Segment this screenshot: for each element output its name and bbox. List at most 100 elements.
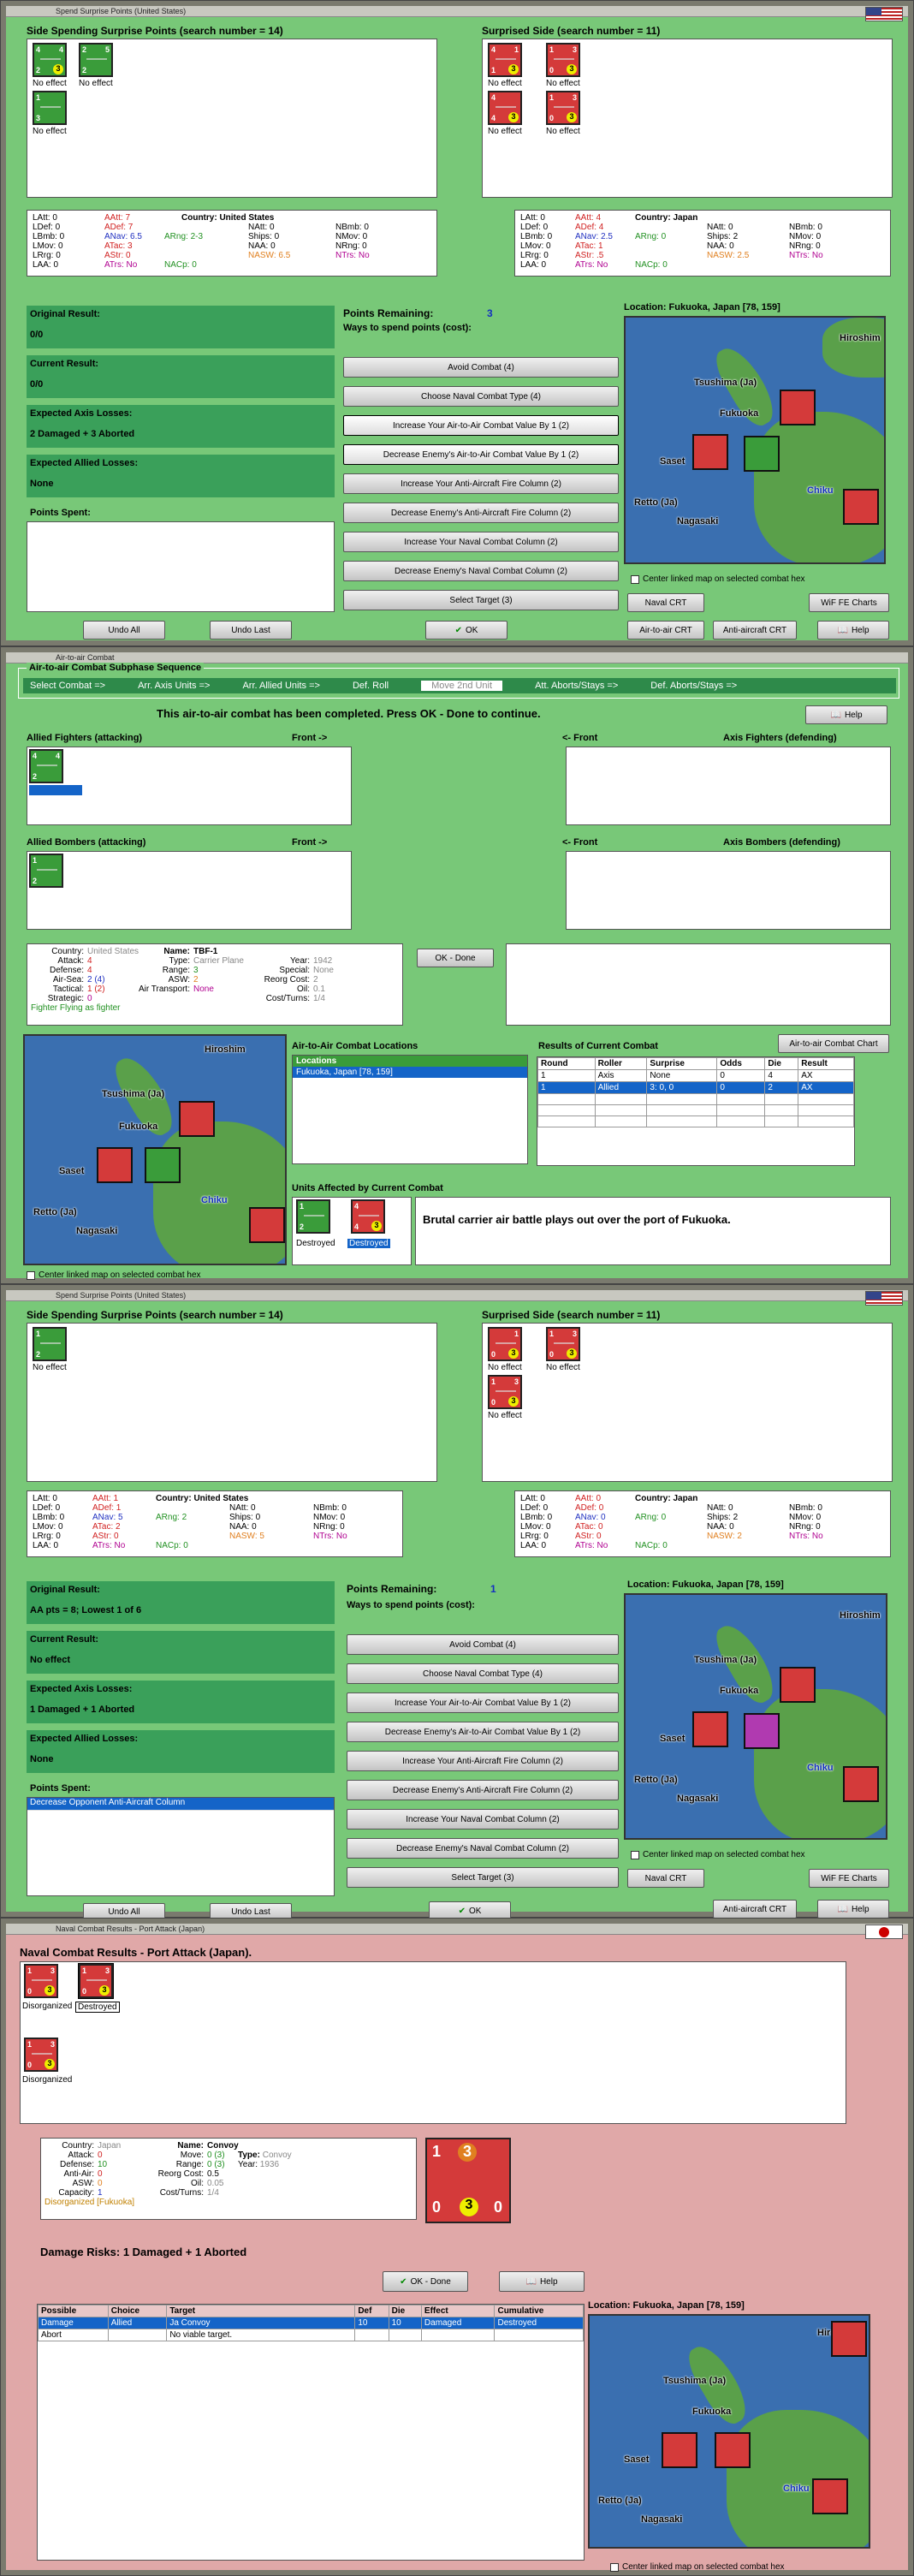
locations-list[interactable]: Locations Fukuoka, Japan [78, 159] xyxy=(292,1055,528,1164)
air-combat-chart-button[interactable]: Air-to-air Combat Chart xyxy=(778,1034,889,1053)
location-map[interactable]: Hiroshim Tsushima (Ja) Fukuoka Saset Ret… xyxy=(588,2314,870,2549)
option-increase-air[interactable]: Increase Your Air-to-Air Combat Value By… xyxy=(347,1693,619,1713)
tab-move-2nd-unit[interactable]: Move 2nd Unit xyxy=(421,681,503,691)
option-naval-combat-type[interactable]: Choose Naval Combat Type (4) xyxy=(343,386,619,407)
map-counter[interactable] xyxy=(179,1101,215,1137)
help-button[interactable]: 📖 Help xyxy=(817,1900,889,1919)
unit-counter[interactable]: 12 xyxy=(296,1199,330,1234)
map-counter[interactable] xyxy=(812,2478,848,2514)
option-decrease-aa[interactable]: Decrease Enemy's Anti-Aircraft Fire Colu… xyxy=(343,503,619,523)
help-button[interactable]: 📖 Help xyxy=(499,2271,585,2292)
option-select-target[interactable]: Select Target (3) xyxy=(347,1867,619,1888)
center-map-checkbox[interactable]: Center linked map on selected combat hex xyxy=(27,1270,201,1280)
ok-done-button[interactable]: OK - Done xyxy=(417,949,494,967)
wif-charts-button[interactable]: WiF FE Charts xyxy=(809,593,889,612)
aa-crt-button[interactable]: Anti-aircraft CRT xyxy=(713,1900,797,1919)
help-button[interactable]: 📖 Help xyxy=(817,621,889,640)
unit-counter[interactable]: 4423 xyxy=(33,43,67,77)
option-increase-naval[interactable]: Increase Your Naval Combat Column (2) xyxy=(347,1809,619,1829)
option-decrease-naval[interactable]: Decrease Enemy's Naval Combat Column (2) xyxy=(347,1838,619,1859)
tab-allied-units[interactable]: Arr. Allied Units => xyxy=(242,681,320,691)
naval-crt-button[interactable]: Naval CRT xyxy=(627,593,704,612)
map-counter[interactable] xyxy=(692,434,728,470)
checkbox-icon[interactable] xyxy=(27,1270,35,1280)
unit-counter[interactable]: 1303 xyxy=(78,1963,114,1999)
air-crt-button[interactable]: Air-to-air CRT xyxy=(627,621,704,640)
list-item[interactable]: Decrease Opponent Anti-Aircraft Column xyxy=(27,1798,334,1811)
option-naval-combat-type[interactable]: Choose Naval Combat Type (4) xyxy=(347,1663,619,1684)
map-counter[interactable] xyxy=(843,489,879,525)
unit-info-panel: Country: Attack: Defense: Air-Sea: Tactical:… xyxy=(27,943,403,1026)
wif-charts-button[interactable]: WiF FE Charts xyxy=(809,1869,889,1888)
combat-map[interactable]: Hiroshim Tsushima (Ja) Fukuoka Saset Ret… xyxy=(23,1034,287,1265)
option-avoid-combat[interactable]: Avoid Combat (4) xyxy=(343,357,619,378)
checkbox-icon[interactable] xyxy=(631,574,639,584)
location-row[interactable]: Fukuoka, Japan [78, 159] xyxy=(293,1067,527,1078)
map-counter[interactable] xyxy=(249,1207,285,1243)
center-map-checkbox[interactable]: Center linked map on selected combat hex xyxy=(631,1850,805,1859)
points-spent-list[interactable]: Decrease Opponent Anti-Aircraft Column xyxy=(27,1797,335,1896)
unit-counter[interactable]: 4113 xyxy=(488,43,522,77)
option-increase-air[interactable]: Increase Your Air-to-Air Combat Value By… xyxy=(343,415,619,436)
tab-def-aborts[interactable]: Def. Aborts/Stays => xyxy=(650,681,737,691)
points-spent-list[interactable] xyxy=(27,521,335,612)
unit-counter[interactable]: 442 xyxy=(29,749,63,783)
affected-heading: Units Affected by Current Combat xyxy=(292,1183,443,1193)
option-increase-aa[interactable]: Increase Your Anti-Aircraft Fire Column … xyxy=(343,473,619,494)
unit-counter[interactable]: 1303 xyxy=(546,43,580,77)
tab-att-aborts[interactable]: Att. Aborts/Stays => xyxy=(535,681,618,691)
option-select-target[interactable]: Select Target (3) xyxy=(343,590,619,610)
map-counter[interactable] xyxy=(662,2432,697,2468)
unit-counter[interactable]: 1303 xyxy=(546,91,580,125)
unit-counter[interactable]: 13 xyxy=(33,91,67,125)
option-decrease-naval[interactable]: Decrease Enemy's Naval Combat Column (2) xyxy=(343,561,619,581)
help-button[interactable]: 📖 Help xyxy=(805,705,887,724)
unit-caption: No effect xyxy=(79,79,113,88)
undo-last-button[interactable]: Undo Last xyxy=(210,621,292,640)
ok-button[interactable]: ✔ OK xyxy=(425,621,507,640)
map-counter[interactable] xyxy=(780,1667,816,1703)
large-unit-counter[interactable]: 1 3 0 3 0 xyxy=(425,2138,511,2223)
unit-counter[interactable]: 1303 xyxy=(546,1327,580,1361)
checkbox-icon[interactable] xyxy=(610,2562,619,2572)
option-decrease-air[interactable]: Decrease Enemy's Air-to-Air Combat Value… xyxy=(347,1722,619,1742)
map-counter[interactable] xyxy=(692,1711,728,1747)
location-map[interactable]: Hiroshim Tsushima (Ja) Fukuoka Saset Ret… xyxy=(624,1593,887,1840)
tab-axis-units[interactable]: Arr. Axis Units => xyxy=(138,681,210,691)
unit-counter[interactable]: 252 xyxy=(79,43,113,77)
center-map-checkbox[interactable]: Center linked map on selected combat hex xyxy=(631,574,805,584)
map-counter[interactable] xyxy=(744,1713,780,1749)
axis-fighters-box xyxy=(566,747,891,825)
aa-crt-button[interactable]: Anti-aircraft CRT xyxy=(713,621,797,640)
unit-counter[interactable]: 12 xyxy=(33,1327,67,1361)
table-row[interactable]: Damage Allied Ja Convoy 10 10 Damaged Destroye… xyxy=(38,2317,584,2329)
tab-select-combat[interactable]: Select Combat => xyxy=(30,681,105,691)
unit-counter[interactable]: 1303 xyxy=(488,1375,522,1409)
unit-counter[interactable]: 443 xyxy=(488,91,522,125)
option-increase-naval[interactable]: Increase Your Naval Combat Column (2) xyxy=(343,532,619,552)
unit-counter[interactable]: 12 xyxy=(29,854,63,888)
option-avoid-combat[interactable]: Avoid Combat (4) xyxy=(347,1634,619,1655)
map-counter[interactable] xyxy=(843,1766,879,1802)
table-row[interactable]: Abort No viable target. xyxy=(38,2329,584,2341)
unit-counter[interactable]: 443 xyxy=(351,1199,385,1234)
map-counter[interactable] xyxy=(97,1147,133,1183)
map-counter[interactable] xyxy=(780,390,816,425)
undo-all-button[interactable]: Undo All xyxy=(83,621,165,640)
unit-counter[interactable]: 1303 xyxy=(24,2038,58,2072)
option-increase-aa[interactable]: Increase Your Anti-Aircraft Fire Column … xyxy=(347,1751,619,1771)
option-decrease-aa[interactable]: Decrease Enemy's Anti-Aircraft Fire Colu… xyxy=(347,1780,619,1800)
map-counter[interactable] xyxy=(744,436,780,472)
unit-counter[interactable]: 1303 xyxy=(24,1964,58,1998)
ok-done-button[interactable]: ✔ OK - Done xyxy=(383,2271,468,2292)
unit-counter[interactable]: 103 xyxy=(488,1327,522,1361)
checkbox-icon[interactable] xyxy=(631,1850,639,1859)
map-counter[interactable] xyxy=(145,1147,181,1183)
map-counter[interactable] xyxy=(831,2321,867,2357)
location-map[interactable]: Hiroshim Tsushima (Ja) Fukuoka Saset Ret… xyxy=(624,316,886,564)
naval-crt-button[interactable]: Naval CRT xyxy=(627,1869,704,1888)
map-counter[interactable] xyxy=(715,2432,751,2468)
tab-def-roll[interactable]: Def. Roll xyxy=(353,681,389,691)
option-decrease-air[interactable]: Decrease Enemy's Air-to-Air Combat Value… xyxy=(343,444,619,465)
center-map-checkbox[interactable]: Center linked map on selected combat hex xyxy=(610,2562,785,2572)
